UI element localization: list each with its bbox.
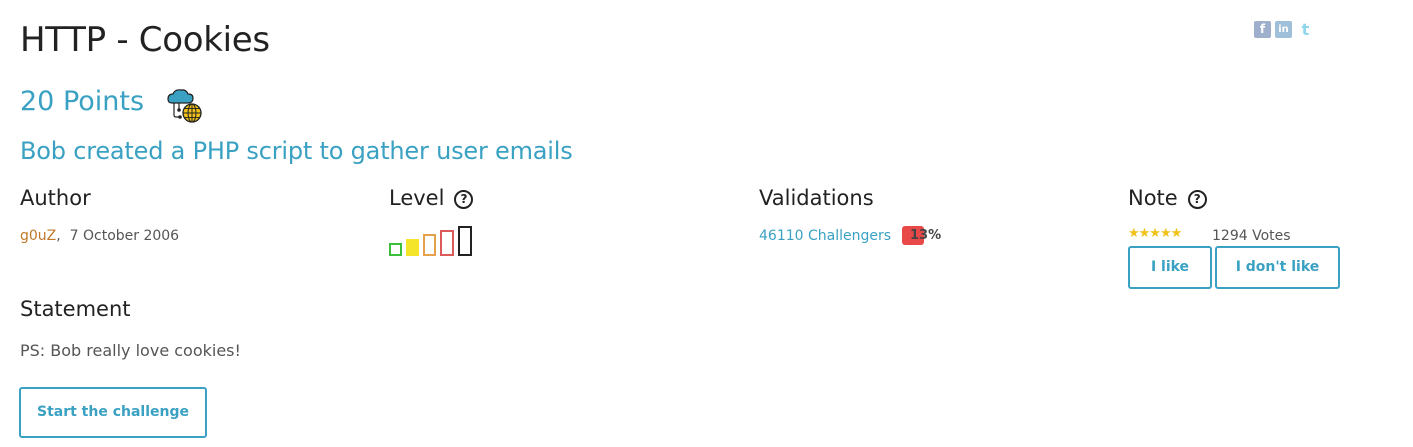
challenge-points: 20 Points	[20, 86, 145, 117]
votes-count: 1294 Votes	[1212, 228, 1291, 244]
level-bar-1	[389, 243, 402, 256]
dislike-button[interactable]: I don't like	[1215, 246, 1340, 289]
rating-stars: ★★★★★	[1128, 226, 1182, 241]
challenge-subtitle: Bob created a PHP script to gather user …	[20, 137, 573, 165]
twitter-icon[interactable]: t	[1297, 21, 1314, 38]
statement-heading: Statement	[20, 297, 131, 321]
page-title: HTTP - Cookies	[20, 20, 270, 60]
author-heading: Author	[20, 186, 91, 210]
validations-heading: Validations	[759, 186, 874, 210]
level-heading-label: Level	[389, 186, 445, 210]
level-bar-4	[440, 230, 454, 256]
note-heading: Note?	[1128, 186, 1207, 210]
success-rate: 13%	[910, 228, 942, 243]
level-bar-2	[406, 239, 419, 256]
linkedin-icon[interactable]: in	[1275, 21, 1292, 38]
statement-text: PS: Bob really love cookies!	[20, 341, 241, 360]
author-date: 7 October 2006	[69, 228, 180, 244]
level-bar-5	[458, 226, 472, 256]
author-separator: ,	[56, 228, 61, 244]
web-client-icon	[167, 89, 202, 123]
level-bar-3	[423, 234, 436, 256]
note-heading-label: Note	[1128, 186, 1178, 210]
level-heading: Level?	[389, 186, 474, 210]
like-button[interactable]: I like	[1128, 246, 1212, 289]
author-info: g0uZ, 7 October 2006	[20, 228, 179, 244]
author-link[interactable]: g0uZ	[20, 228, 56, 244]
facebook-icon[interactable]: f	[1254, 21, 1271, 38]
level-help-icon[interactable]: ?	[454, 189, 474, 209]
note-help-icon[interactable]: ?	[1187, 189, 1207, 209]
start-challenge-button[interactable]: Start the challenge	[19, 387, 207, 438]
level-indicator	[389, 226, 489, 256]
challengers-link[interactable]: 46110 Challengers	[759, 228, 891, 244]
